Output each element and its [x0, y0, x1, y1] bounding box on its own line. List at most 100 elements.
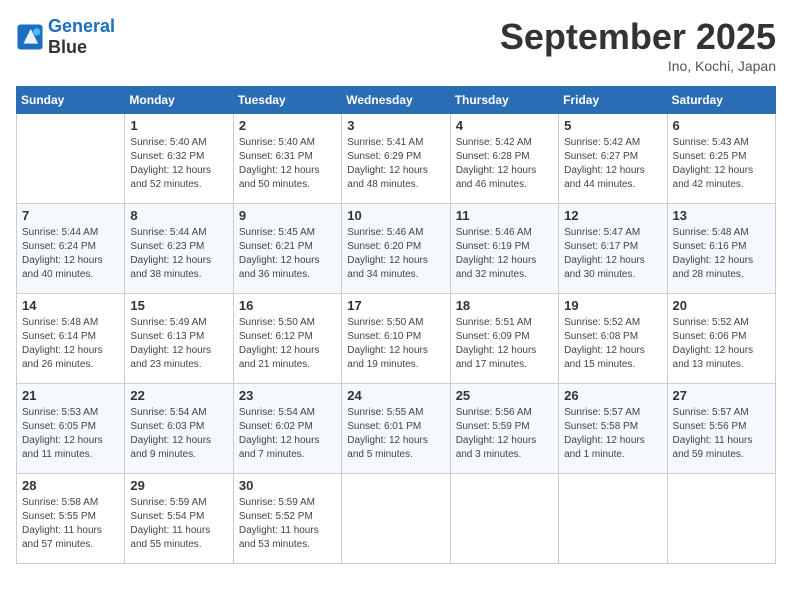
- day-info: Sunrise: 5:42 AMSunset: 6:27 PMDaylight:…: [564, 136, 661, 192]
- calendar-cell: 21 Sunrise: 5:53 AMSunset: 6:05 PMDayligh…: [17, 384, 125, 474]
- day-number: 20: [673, 298, 770, 313]
- day-number: 2: [239, 118, 336, 133]
- day-info: Sunrise: 5:46 AMSunset: 6:20 PMDaylight:…: [347, 226, 444, 282]
- day-number: 13: [673, 208, 770, 223]
- day-info: Sunrise: 5:48 AMSunset: 6:16 PMDaylight:…: [673, 226, 770, 282]
- day-info: Sunrise: 5:54 AMSunset: 6:02 PMDaylight:…: [239, 406, 336, 462]
- calendar-week-3: 14Sunrise: 5:48 AMSunset: 6:14 PMDayligh…: [17, 294, 776, 384]
- calendar-cell: 13 Sunrise: 5:48 AMSunset: 6:16 PMDayligh…: [667, 204, 775, 294]
- day-number: 23: [239, 388, 336, 403]
- title-area: September 2025 Ino, Kochi, Japan: [500, 16, 776, 74]
- calendar-cell: 29 Sunrise: 5:59 AMSunset: 5:54 PMDayligh…: [125, 474, 233, 564]
- weekday-header-row: SundayMondayTuesdayWednesdayThursdayFrid…: [17, 87, 776, 114]
- day-info: Sunrise: 5:40 AMSunset: 6:31 PMDaylight:…: [239, 136, 336, 192]
- day-info: Sunrise: 5:51 AMSunset: 6:09 PMDaylight:…: [456, 316, 553, 372]
- day-number: 6: [673, 118, 770, 133]
- calendar-cell: 18 Sunrise: 5:51 AMSunset: 6:09 PMDayligh…: [450, 294, 558, 384]
- day-info: Sunrise: 5:59 AMSunset: 5:52 PMDaylight:…: [239, 496, 336, 552]
- calendar-cell: 11 Sunrise: 5:46 AMSunset: 6:19 PMDayligh…: [450, 204, 558, 294]
- calendar-cell: 12Sunrise: 5:47 AMSunset: 6:17 PMDayligh…: [559, 204, 667, 294]
- day-number: 11: [456, 208, 553, 223]
- calendar-cell: 4 Sunrise: 5:42 AMSunset: 6:28 PMDaylight…: [450, 114, 558, 204]
- day-number: 24: [347, 388, 444, 403]
- day-info: Sunrise: 5:48 AMSunset: 6:14 PMDaylight:…: [22, 316, 119, 372]
- calendar-cell: 26 Sunrise: 5:57 AMSunset: 5:58 PMDayligh…: [559, 384, 667, 474]
- day-info: Sunrise: 5:57 AMSunset: 5:58 PMDaylight:…: [564, 406, 661, 462]
- calendar-cell: 24 Sunrise: 5:55 AMSunset: 6:01 PMDayligh…: [342, 384, 450, 474]
- day-info: Sunrise: 5:56 AMSunset: 5:59 PMDaylight:…: [456, 406, 553, 462]
- calendar-cell: 25 Sunrise: 5:56 AMSunset: 5:59 PMDayligh…: [450, 384, 558, 474]
- calendar-cell: 28 Sunrise: 5:58 AMSunset: 5:55 PMDayligh…: [17, 474, 125, 564]
- day-info: Sunrise: 5:55 AMSunset: 6:01 PMDaylight:…: [347, 406, 444, 462]
- calendar-cell: 30 Sunrise: 5:59 AMSunset: 5:52 PMDayligh…: [233, 474, 341, 564]
- day-info: Sunrise: 5:53 AMSunset: 6:05 PMDaylight:…: [22, 406, 119, 462]
- calendar-cell: 7Sunrise: 5:44 AMSunset: 6:24 PMDaylight…: [17, 204, 125, 294]
- calendar-cell: [450, 474, 558, 564]
- calendar-week-2: 7Sunrise: 5:44 AMSunset: 6:24 PMDaylight…: [17, 204, 776, 294]
- logo-text: General Blue: [48, 16, 115, 58]
- day-number: 22: [130, 388, 227, 403]
- calendar-cell: 27Sunrise: 5:57 AMSunset: 5:56 PMDayligh…: [667, 384, 775, 474]
- day-number: 18: [456, 298, 553, 313]
- day-info: Sunrise: 5:41 AMSunset: 6:29 PMDaylight:…: [347, 136, 444, 192]
- weekday-header-sunday: Sunday: [17, 87, 125, 114]
- day-info: Sunrise: 5:54 AMSunset: 6:03 PMDaylight:…: [130, 406, 227, 462]
- day-info: Sunrise: 5:52 AMSunset: 6:08 PMDaylight:…: [564, 316, 661, 372]
- calendar-cell: 6 Sunrise: 5:43 AMSunset: 6:25 PMDaylight…: [667, 114, 775, 204]
- weekday-header-tuesday: Tuesday: [233, 87, 341, 114]
- calendar-table: SundayMondayTuesdayWednesdayThursdayFrid…: [16, 86, 776, 564]
- day-number: 5: [564, 118, 661, 133]
- day-number: 16: [239, 298, 336, 313]
- day-number: 9: [239, 208, 336, 223]
- day-info: Sunrise: 5:52 AMSunset: 6:06 PMDaylight:…: [673, 316, 770, 372]
- calendar-cell: 23 Sunrise: 5:54 AMSunset: 6:02 PMDayligh…: [233, 384, 341, 474]
- day-number: 8: [130, 208, 227, 223]
- calendar-cell: 2 Sunrise: 5:40 AMSunset: 6:31 PMDaylight…: [233, 114, 341, 204]
- day-info: Sunrise: 5:43 AMSunset: 6:25 PMDaylight:…: [673, 136, 770, 192]
- logo: General Blue: [16, 16, 115, 58]
- calendar-cell: 5 Sunrise: 5:42 AMSunset: 6:27 PMDaylight…: [559, 114, 667, 204]
- day-number: 1: [130, 118, 227, 133]
- calendar-cell: [559, 474, 667, 564]
- day-number: 4: [456, 118, 553, 133]
- day-number: 7: [22, 208, 119, 223]
- day-number: 3: [347, 118, 444, 133]
- day-number: 19: [564, 298, 661, 313]
- day-info: Sunrise: 5:50 AMSunset: 6:10 PMDaylight:…: [347, 316, 444, 372]
- day-number: 21: [22, 388, 119, 403]
- location-subtitle: Ino, Kochi, Japan: [500, 58, 776, 74]
- calendar-cell: [17, 114, 125, 204]
- calendar-cell: 20 Sunrise: 5:52 AMSunset: 6:06 PMDayligh…: [667, 294, 775, 384]
- weekday-header-friday: Friday: [559, 87, 667, 114]
- day-info: Sunrise: 5:49 AMSunset: 6:13 PMDaylight:…: [130, 316, 227, 372]
- day-info: Sunrise: 5:45 AMSunset: 6:21 PMDaylight:…: [239, 226, 336, 282]
- day-info: Sunrise: 5:42 AMSunset: 6:28 PMDaylight:…: [456, 136, 553, 192]
- day-number: 26: [564, 388, 661, 403]
- weekday-header-thursday: Thursday: [450, 87, 558, 114]
- calendar-cell: 8 Sunrise: 5:44 AMSunset: 6:23 PMDaylight…: [125, 204, 233, 294]
- header: General Blue September 2025 Ino, Kochi, …: [16, 16, 776, 74]
- calendar-week-5: 28 Sunrise: 5:58 AMSunset: 5:55 PMDayligh…: [17, 474, 776, 564]
- calendar-week-4: 21 Sunrise: 5:53 AMSunset: 6:05 PMDayligh…: [17, 384, 776, 474]
- day-info: Sunrise: 5:44 AMSunset: 6:23 PMDaylight:…: [130, 226, 227, 282]
- calendar-cell: 9 Sunrise: 5:45 AMSunset: 6:21 PMDaylight…: [233, 204, 341, 294]
- day-number: 29: [130, 478, 227, 493]
- day-info: Sunrise: 5:58 AMSunset: 5:55 PMDaylight:…: [22, 496, 119, 552]
- calendar-cell: [342, 474, 450, 564]
- calendar-cell: 22 Sunrise: 5:54 AMSunset: 6:03 PMDayligh…: [125, 384, 233, 474]
- day-number: 28: [22, 478, 119, 493]
- calendar-cell: 1 Sunrise: 5:40 AMSunset: 6:32 PMDaylight…: [125, 114, 233, 204]
- day-info: Sunrise: 5:40 AMSunset: 6:32 PMDaylight:…: [130, 136, 227, 192]
- calendar-cell: 14Sunrise: 5:48 AMSunset: 6:14 PMDayligh…: [17, 294, 125, 384]
- day-number: 30: [239, 478, 336, 493]
- calendar-cell: 19 Sunrise: 5:52 AMSunset: 6:08 PMDayligh…: [559, 294, 667, 384]
- calendar-cell: 15Sunrise: 5:49 AMSunset: 6:13 PMDayligh…: [125, 294, 233, 384]
- day-info: Sunrise: 5:50 AMSunset: 6:12 PMDaylight:…: [239, 316, 336, 372]
- day-info: Sunrise: 5:57 AMSunset: 5:56 PMDaylight:…: [673, 406, 770, 462]
- day-info: Sunrise: 5:59 AMSunset: 5:54 PMDaylight:…: [130, 496, 227, 552]
- day-number: 10: [347, 208, 444, 223]
- day-number: 12: [564, 208, 661, 223]
- day-info: Sunrise: 5:46 AMSunset: 6:19 PMDaylight:…: [456, 226, 553, 282]
- day-number: 25: [456, 388, 553, 403]
- calendar-cell: [667, 474, 775, 564]
